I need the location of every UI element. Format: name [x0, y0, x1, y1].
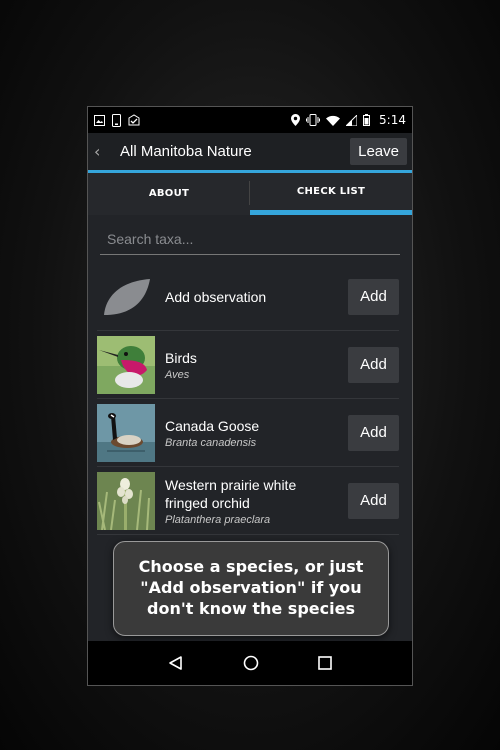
help-tooltip: Choose a species, or just "Add observati…: [113, 541, 389, 636]
add-button[interactable]: Add: [348, 482, 399, 519]
taxon-scientific-name: Platanthera praeclara: [165, 513, 271, 526]
location-icon: [291, 114, 301, 126]
status-bar: 5:14: [88, 107, 412, 133]
add-observation-row[interactable]: Add observation Add: [97, 263, 399, 331]
orchid-thumbnail: [97, 471, 155, 530]
tooltip-line: "Add observation" if you: [140, 578, 362, 597]
vibrate-icon: [306, 114, 321, 126]
tooltip-line: don't know the species: [147, 599, 355, 618]
leaf-icon: [97, 268, 155, 326]
taxon-name: Birds: [165, 349, 197, 366]
page-title: All Manitoba Nature: [120, 143, 252, 160]
tab-bar: ABOUT CHECK LIST: [88, 173, 412, 215]
list-item[interactable]: Western prairie white fringed orchid Pla…: [97, 467, 399, 535]
back-chevron-icon[interactable]: ‹: [92, 142, 120, 161]
inbox-icon: [128, 114, 140, 126]
taxon-name-continued: fringed orchid: [165, 494, 250, 511]
goose-thumbnail: [97, 403, 155, 462]
phone-icon: [112, 113, 121, 127]
home-circle-icon[interactable]: [243, 655, 259, 671]
signal-icon: [346, 114, 358, 126]
status-time: 5:14: [379, 113, 406, 127]
image-icon: [94, 114, 105, 126]
leave-button[interactable]: Leave: [350, 138, 407, 165]
taxon-scientific-name: Aves: [165, 368, 190, 381]
search-input[interactable]: Search taxa...: [100, 231, 400, 255]
recents-square-icon[interactable]: [318, 656, 333, 670]
hummingbird-thumbnail: [97, 335, 155, 394]
tab-check-list[interactable]: CHECK LIST: [250, 173, 412, 215]
battery-icon: [363, 114, 371, 126]
tab-about[interactable]: ABOUT: [88, 173, 250, 215]
add-button[interactable]: Add: [348, 346, 399, 383]
taxon-name: Western prairie white: [165, 476, 297, 493]
back-triangle-icon[interactable]: [168, 655, 184, 671]
taxon-name: Canada Goose: [165, 417, 260, 434]
list-item[interactable]: Birds Aves Add: [97, 331, 399, 399]
app-bar: ‹ All Manitoba Nature Leave: [88, 133, 412, 173]
tooltip-line: Choose a species, or just: [138, 557, 364, 576]
add-button[interactable]: Add: [348, 414, 399, 451]
phone-screen: 5:14 ‹ All Manitoba Nature Leave ABOUT C…: [87, 106, 413, 686]
wifi-icon: [326, 115, 341, 126]
navigation-bar: [88, 641, 412, 685]
add-observation-label: Add observation: [165, 288, 267, 305]
list-item[interactable]: Canada Goose Branta canadensis Add: [97, 399, 399, 467]
add-observation-button[interactable]: Add: [348, 278, 399, 315]
taxon-scientific-name: Branta canadensis: [165, 436, 257, 449]
taxa-list: Add observation Add Birds Aves Add Canad…: [88, 263, 412, 535]
